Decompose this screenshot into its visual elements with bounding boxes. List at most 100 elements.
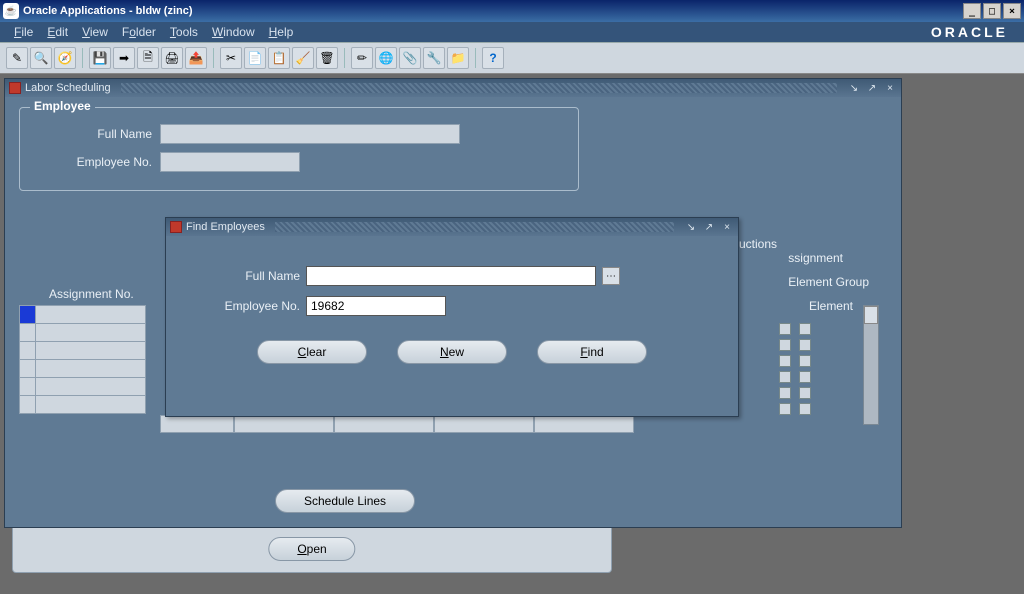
- full-name-field[interactable]: [160, 124, 460, 144]
- new-button[interactable]: New: [397, 340, 507, 364]
- checkbox[interactable]: [779, 387, 791, 399]
- grid-cell[interactable]: [334, 415, 434, 433]
- checkbox[interactable]: [799, 339, 811, 351]
- checkbox[interactable]: [799, 403, 811, 415]
- tb-export-icon[interactable]: 📤: [185, 47, 207, 69]
- checkbox[interactable]: [799, 387, 811, 399]
- menu-tools[interactable]: Tools: [170, 25, 198, 39]
- table-row: [20, 342, 146, 360]
- grid-cell[interactable]: [160, 415, 234, 433]
- close-button[interactable]: ×: [1003, 3, 1021, 19]
- grid-cell[interactable]: [434, 415, 534, 433]
- col-element-group-label: Element Group: [788, 275, 869, 289]
- table-row: [20, 360, 146, 378]
- checkbox[interactable]: [779, 323, 791, 335]
- element-row: [729, 323, 811, 335]
- tb-new-icon[interactable]: ✎: [6, 47, 28, 69]
- modal-close-icon[interactable]: ×: [720, 221, 734, 233]
- checkbox[interactable]: [799, 355, 811, 367]
- table-row: [20, 306, 146, 324]
- labor-scheduling-titlebar[interactable]: Labor Scheduling ↘ ↗ ×: [5, 79, 901, 97]
- tb-attach-icon[interactable]: 📎: [399, 47, 421, 69]
- clear-button[interactable]: Clear: [257, 340, 367, 364]
- scrollbar-thumb[interactable]: [864, 306, 878, 324]
- maximize-button[interactable]: □: [983, 3, 1001, 19]
- checkbox[interactable]: [779, 339, 791, 351]
- employee-legend: Employee: [30, 99, 95, 113]
- menu-window[interactable]: Window: [212, 25, 255, 39]
- labor-scheduling-body: Employee Full Name Employee No. Assignme…: [5, 97, 901, 527]
- tb-delete-icon[interactable]: 🗑: [316, 47, 338, 69]
- tb-edit-icon[interactable]: ✏: [351, 47, 373, 69]
- modal-maximize-icon[interactable]: ↗: [702, 221, 716, 233]
- menubar: File Edit View Folder Tools Window Help …: [0, 22, 1024, 42]
- col-assignment2-label: ssignment: [788, 251, 843, 265]
- grid-cell[interactable]: [234, 415, 334, 433]
- modal-full-name-label: Full Name: [190, 269, 300, 283]
- menu-edit[interactable]: Edit: [47, 25, 68, 39]
- menu-file[interactable]: File: [14, 25, 33, 39]
- open-button[interactable]: Open: [268, 537, 355, 561]
- labor-scheduling-window: Labor Scheduling ↘ ↗ × Employee Full Nam…: [4, 78, 902, 528]
- tb-help-icon[interactable]: ?: [482, 47, 504, 69]
- tb-nav-icon[interactable]: 🧭: [54, 47, 76, 69]
- employee-no-label: Employee No.: [32, 155, 152, 169]
- navigator-window-strip: Open: [12, 523, 612, 573]
- grid-cell[interactable]: [534, 415, 634, 433]
- tb-next-icon[interactable]: ➡: [113, 47, 135, 69]
- bottom-row: [160, 415, 634, 433]
- tb-save-icon[interactable]: 💾: [89, 47, 111, 69]
- menu-help[interactable]: Help: [269, 25, 294, 39]
- oracle-window-icon: [9, 82, 21, 94]
- find-employees-titlebar[interactable]: Find Employees ↘ ↗ ×: [166, 218, 738, 236]
- workspace: Open Labor Scheduling ↘ ↗ × Employee Ful…: [0, 74, 1024, 594]
- assignment-grid[interactable]: [19, 305, 146, 414]
- ls-maximize-icon[interactable]: ↗: [865, 82, 879, 94]
- os-window: ☕ Oracle Applications - bldw (zinc) _ □ …: [0, 0, 1024, 594]
- tb-paste-icon[interactable]: 📋: [268, 47, 290, 69]
- tb-printsetup-icon[interactable]: 🗎: [137, 47, 159, 69]
- lov-button[interactable]: ⋯: [602, 267, 620, 285]
- element-row: [729, 339, 811, 351]
- find-employees-title: Find Employees: [186, 221, 265, 233]
- minimize-button[interactable]: _: [963, 3, 981, 19]
- os-titlebar: ☕ Oracle Applications - bldw (zinc) _ □ …: [0, 0, 1024, 22]
- element-row: [729, 355, 811, 367]
- tb-tools-icon[interactable]: 🔧: [423, 47, 445, 69]
- tb-copy-icon[interactable]: 📄: [244, 47, 266, 69]
- find-button[interactable]: Find: [537, 340, 647, 364]
- vertical-scrollbar[interactable]: [863, 305, 879, 425]
- tb-folder-icon[interactable]: 📁: [447, 47, 469, 69]
- checkbox[interactable]: [799, 323, 811, 335]
- toolbar: ✎ 🔍 🧭 💾 ➡ 🗎 🖨 📤 ✂ 📄 📋 🧹 🗑 ✏ 🌐 📎 🔧 📁 ?: [0, 42, 1024, 74]
- checkbox[interactable]: [779, 403, 791, 415]
- employee-no-field[interactable]: [160, 152, 300, 172]
- toolbar-separator: [213, 48, 214, 68]
- toolbar-separator: [82, 48, 83, 68]
- titlebar-hatch: [121, 83, 837, 93]
- window-title: Oracle Applications - bldw (zinc): [23, 5, 961, 17]
- tb-cut-icon[interactable]: ✂: [220, 47, 242, 69]
- checkbox[interactable]: [799, 371, 811, 383]
- schedule-lines-button[interactable]: Schedule Lines: [275, 489, 415, 513]
- toolbar-separator: [475, 48, 476, 68]
- modal-employee-no-input[interactable]: [306, 296, 446, 316]
- modal-full-name-input[interactable]: [306, 266, 596, 286]
- tb-print-icon[interactable]: 🖨: [161, 47, 183, 69]
- col-assignment-label: Assignment No.: [49, 287, 134, 301]
- table-row: [20, 378, 146, 396]
- oracle-window-icon: [170, 221, 182, 233]
- table-row: [20, 324, 146, 342]
- tb-translate-icon[interactable]: 🌐: [375, 47, 397, 69]
- titlebar-hatch: [275, 222, 674, 232]
- modal-minimize-icon[interactable]: ↘: [684, 221, 698, 233]
- tb-clear-icon[interactable]: 🧹: [292, 47, 314, 69]
- checkbox[interactable]: [779, 371, 791, 383]
- tb-find-icon[interactable]: 🔍: [30, 47, 52, 69]
- menu-folder[interactable]: Folder: [122, 25, 156, 39]
- table-row: [20, 396, 146, 414]
- ls-minimize-icon[interactable]: ↘: [847, 82, 861, 94]
- checkbox[interactable]: [779, 355, 791, 367]
- menu-view[interactable]: View: [82, 25, 108, 39]
- ls-close-icon[interactable]: ×: [883, 82, 897, 94]
